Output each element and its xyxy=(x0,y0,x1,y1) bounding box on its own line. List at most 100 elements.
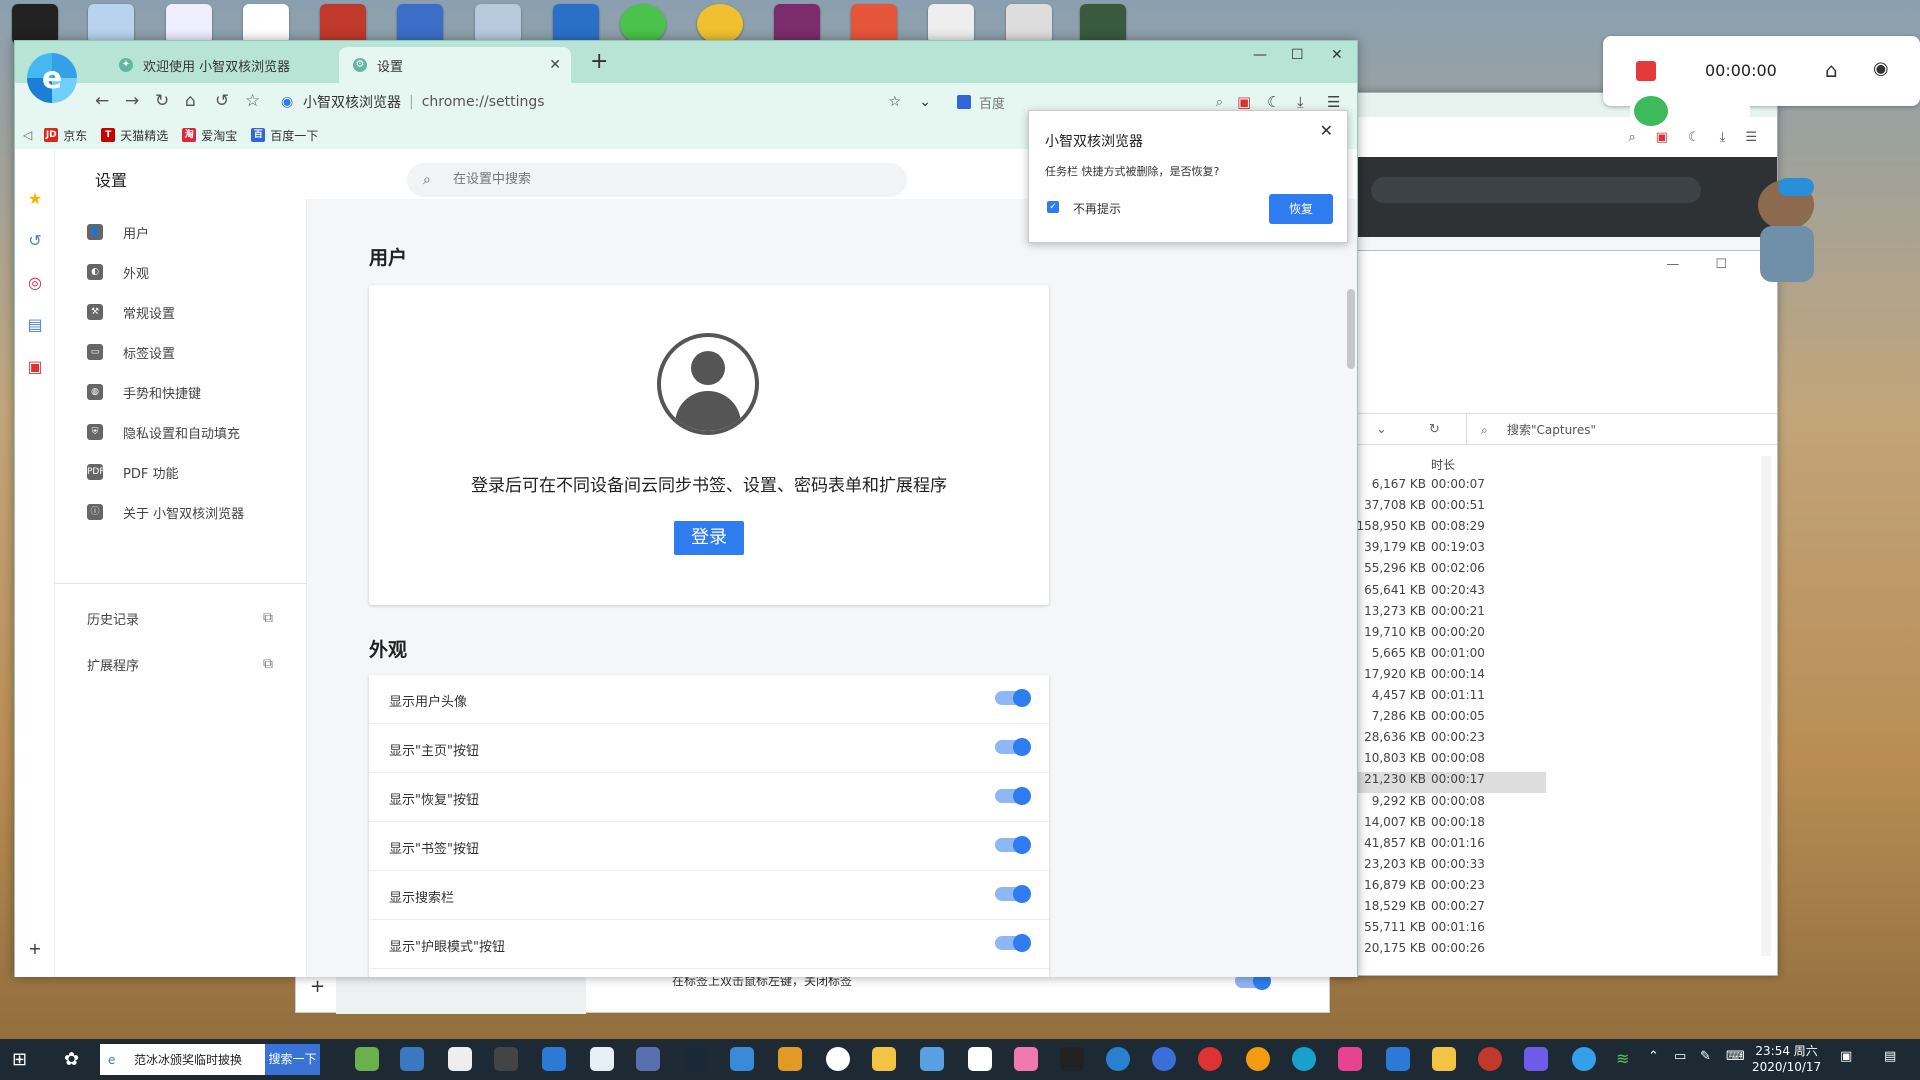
eye-mode-icon[interactable]: ☾ xyxy=(1267,93,1280,111)
bookmark-baidu[interactable]: 百百度一下 xyxy=(251,127,318,144)
chevron-down-icon[interactable]: ⌄ xyxy=(919,94,931,110)
search-icon[interactable]: ⌕ xyxy=(1628,130,1635,145)
file-row[interactable]: 4,457 KB 00:01:11 xyxy=(1331,688,1546,709)
file-row[interactable]: 18,529 KB 00:00:27 xyxy=(1331,899,1546,920)
sidebar-item-3[interactable]: ▭ 标签设置 xyxy=(55,337,307,367)
sidebar-item-0[interactable]: 👤 用户 xyxy=(55,217,307,247)
file-row[interactable]: 23,203 KB 00:00:33 xyxy=(1331,857,1546,878)
desktop-icon-5[interactable] xyxy=(320,4,366,44)
close-icon[interactable]: ✕ xyxy=(1320,121,1333,140)
file-row[interactable]: 19,710 KB 00:00:20 xyxy=(1331,625,1546,646)
file-row[interactable]: 37,708 KB 00:00:51 xyxy=(1331,498,1546,519)
appearance-toggle[interactable] xyxy=(995,689,1031,707)
file-search-input[interactable]: ⌕ 搜索"Captures" xyxy=(1466,414,1756,446)
file-explorer-icon[interactable] xyxy=(872,1047,896,1071)
taskbar-app-7[interactable] xyxy=(636,1047,660,1071)
desktop-icon-12[interactable] xyxy=(851,4,897,44)
taskbar-search-button[interactable]: 搜索一下 xyxy=(265,1044,320,1075)
content-scrollbar[interactable] xyxy=(1345,199,1355,977)
notification-badge-icon[interactable]: ▣ xyxy=(1840,1049,1852,1064)
taskbar-app-22[interactable] xyxy=(1338,1047,1362,1071)
taskbar-app-18[interactable] xyxy=(1152,1047,1176,1071)
sidebar-item-5[interactable]: ⛨ 隐私设置和自动填充 xyxy=(55,417,307,447)
file-row[interactable]: 16,879 KB 00:00:23 xyxy=(1331,878,1546,899)
taskbar-app-20[interactable] xyxy=(1246,1047,1270,1071)
collapse-sidebar-icon[interactable]: ◁ xyxy=(23,128,32,142)
file-row[interactable]: 28,636 KB 00:00:23 xyxy=(1331,730,1546,751)
desktop-icon-2[interactable] xyxy=(88,4,134,44)
desktop-icon-3[interactable] xyxy=(166,4,212,44)
desktop-icon-4[interactable] xyxy=(243,4,289,44)
scrollbar-thumb[interactable] xyxy=(1347,289,1355,369)
keyboard-icon[interactable]: ⌨ xyxy=(1726,1049,1745,1064)
taskbar-app-5[interactable] xyxy=(542,1047,566,1071)
refresh-icon[interactable]: ↻ xyxy=(1429,422,1440,437)
appearance-toggle[interactable] xyxy=(995,836,1031,854)
taskbar-search-input[interactable]: e 范冰冰颁奖临时披换 搜索一下 xyxy=(100,1044,320,1075)
file-row[interactable]: 10,803 KB 00:00:08 xyxy=(1331,751,1546,772)
bookmark-star-icon[interactable]: ☆ xyxy=(888,94,901,110)
taskbar-app-11[interactable] xyxy=(826,1047,850,1071)
taskbar-app-4[interactable] xyxy=(494,1047,518,1071)
taskbar-app-9[interactable] xyxy=(730,1047,754,1071)
appearance-toggle[interactable] xyxy=(995,934,1031,952)
pen-icon[interactable]: ✎ xyxy=(1700,1049,1711,1064)
menu-icon[interactable]: ☰ xyxy=(1745,130,1757,145)
file-row[interactable]: 158,950 KB 00:08:29 xyxy=(1331,519,1546,540)
taskbar-app-10[interactable] xyxy=(778,1047,802,1071)
close-window-button[interactable]: ✕ xyxy=(1331,47,1343,63)
login-button[interactable]: 登录 xyxy=(674,521,744,555)
moon-icon[interactable]: ☾ xyxy=(1688,130,1700,145)
dont-show-checkbox[interactable]: ✓ xyxy=(1047,201,1059,213)
file-row[interactable]: 14,007 KB 00:00:18 xyxy=(1331,815,1546,836)
taskbar-app-13[interactable] xyxy=(920,1047,944,1071)
mascot-image[interactable] xyxy=(1738,170,1828,290)
desktop-icon-8[interactable] xyxy=(553,4,599,44)
desktop-icon-11[interactable] xyxy=(774,4,820,44)
taskbar-app-19[interactable] xyxy=(1198,1047,1222,1071)
file-row[interactable]: 17,920 KB 00:00:14 xyxy=(1331,667,1546,688)
dark-search-bar[interactable] xyxy=(1371,177,1701,203)
address-bar[interactable]: ◉ 小智双核浏览器 | chrome://settings ☆ ⌄ xyxy=(281,89,941,115)
sidebar-link-extensions[interactable]: 扩展程序 ⧉ xyxy=(87,649,273,679)
file-row[interactable]: 65,641 KB 00:20:43 xyxy=(1331,583,1546,604)
file-row[interactable]: 7,286 KB 00:00:05 xyxy=(1331,709,1546,730)
taskbar-app-1[interactable] xyxy=(355,1047,379,1071)
taskbar-app-17[interactable] xyxy=(1106,1047,1130,1071)
taskbar-app-3[interactable] xyxy=(448,1047,472,1071)
steam-icon[interactable] xyxy=(684,1047,708,1071)
wifi-icon[interactable]: ≋ xyxy=(1616,1049,1629,1068)
edge-icon[interactable] xyxy=(1292,1047,1316,1071)
undo-icon[interactable]: ↺ xyxy=(215,91,229,111)
maximize-icon[interactable]: ☐ xyxy=(1715,257,1727,272)
sidebar-item-4[interactable]: ◍ 手势和快捷键 xyxy=(55,377,307,407)
desktop-icon-10[interactable] xyxy=(697,4,743,44)
menu-icon[interactable]: ☰ xyxy=(1327,93,1340,111)
maximize-button[interactable]: ☐ xyxy=(1291,47,1304,63)
download-icon[interactable]: ⤓ xyxy=(1297,93,1304,111)
back-icon[interactable]: ← xyxy=(95,91,109,111)
history-icon[interactable]: ↺ xyxy=(25,231,45,251)
record-button[interactable] xyxy=(1636,61,1656,81)
file-row[interactable]: 9,292 KB 00:00:08 xyxy=(1331,794,1546,815)
desktop-icon-14[interactable] xyxy=(1006,4,1052,44)
taskbar-app-25[interactable] xyxy=(1478,1047,1502,1071)
minimize-icon[interactable]: — xyxy=(1666,257,1679,272)
appearance-toggle[interactable] xyxy=(995,738,1031,756)
taskbar-app-6[interactable] xyxy=(590,1047,614,1071)
restore-button[interactable]: 恢复 xyxy=(1269,194,1333,224)
windows-start-icon[interactable]: ⊞ xyxy=(12,1049,27,1070)
pdf-icon[interactable]: ▣ xyxy=(1656,130,1668,145)
file-row[interactable]: 5,665 KB 00:01:00 xyxy=(1331,646,1546,667)
desktop-icon-1[interactable] xyxy=(12,4,58,44)
desktop-icon-13[interactable] xyxy=(928,4,974,44)
site-info-icon[interactable]: ◉ xyxy=(281,94,293,110)
add-icon[interactable]: + xyxy=(25,939,45,959)
taskbar-app-2[interactable] xyxy=(400,1047,424,1071)
weibo-icon[interactable]: ◎ xyxy=(25,273,45,293)
file-row[interactable]: 20,175 KB 00:00:26 xyxy=(1331,941,1546,962)
pdf-icon[interactable]: ▣ xyxy=(1237,93,1251,111)
sidebar-item-1[interactable]: ◐ 外观 xyxy=(55,257,307,287)
file-row[interactable]: 55,296 KB 00:02:06 xyxy=(1331,561,1546,582)
taskbar-app-15[interactable] xyxy=(1014,1047,1038,1071)
